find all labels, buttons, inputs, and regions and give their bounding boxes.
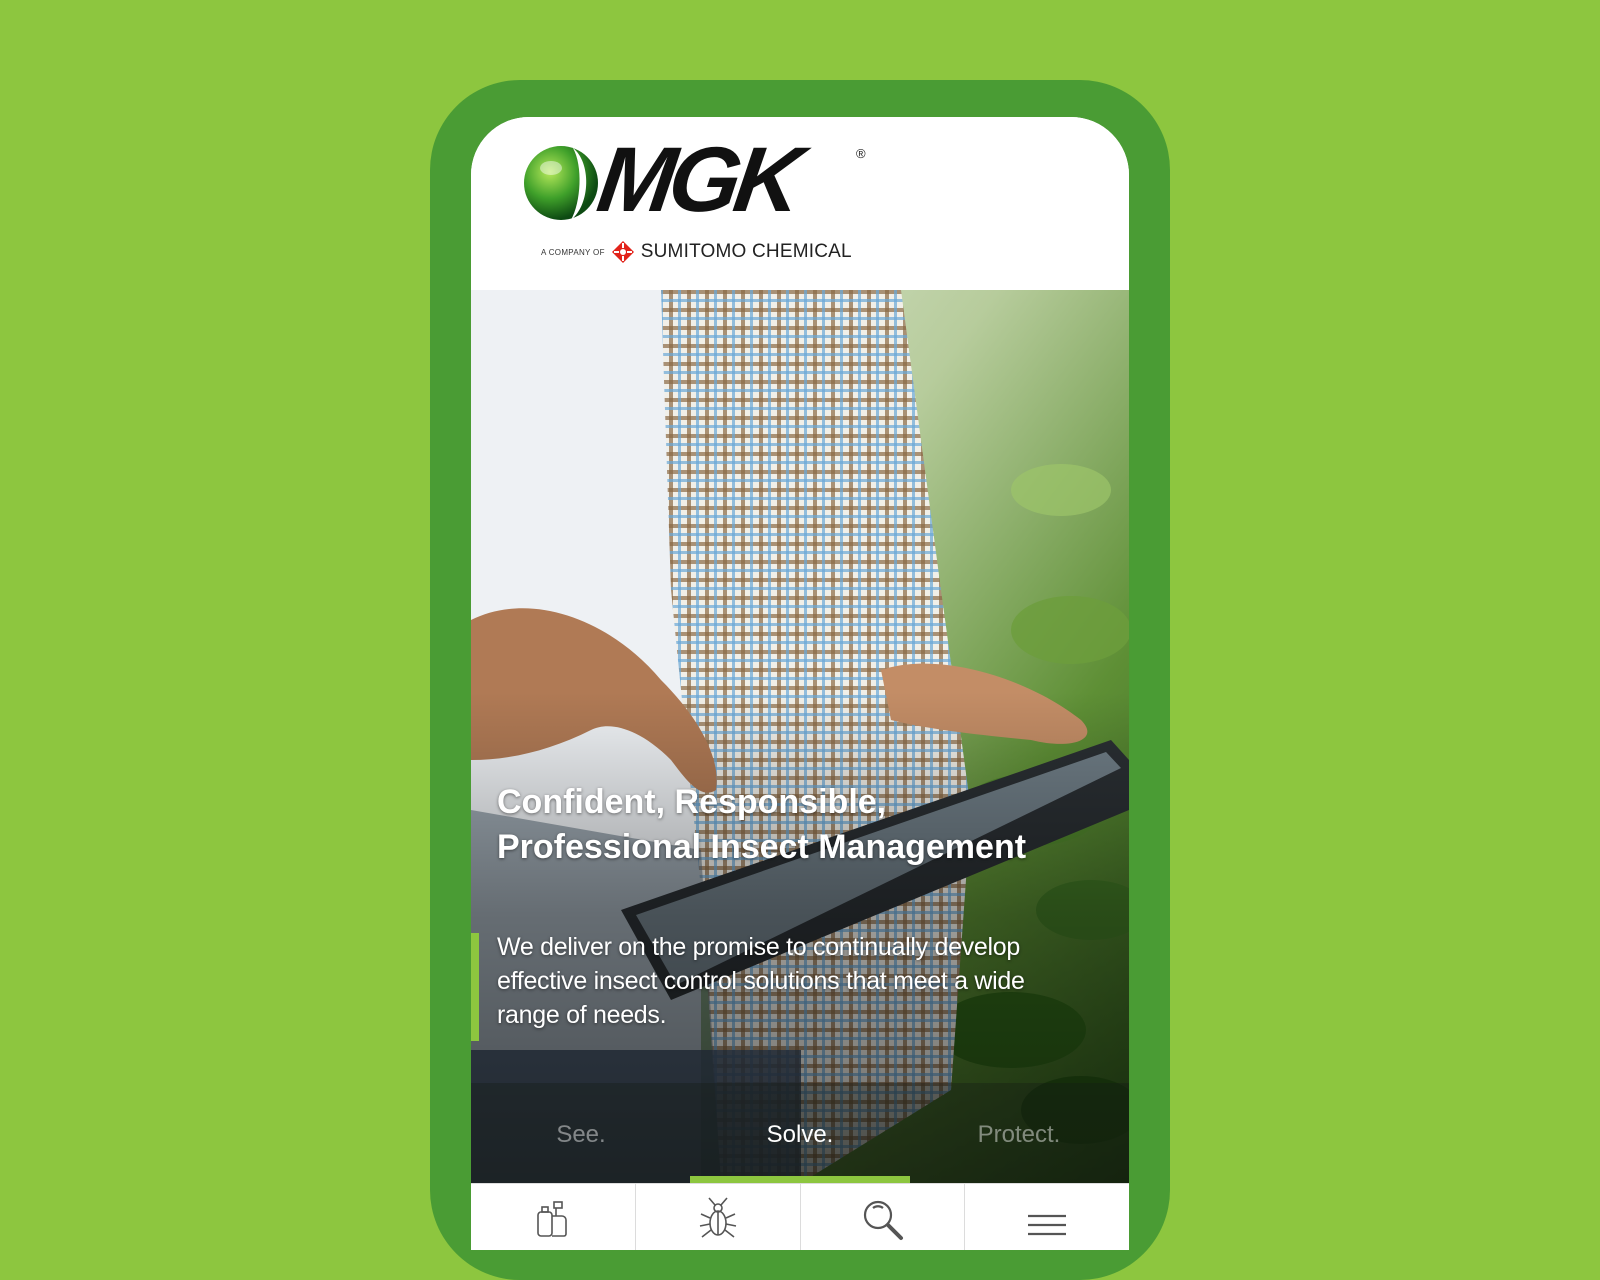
active-tab-indicator [690, 1176, 910, 1183]
bottom-navigation [471, 1183, 1129, 1250]
hero-section: Confident, Responsible, Professional Ins… [471, 290, 1129, 1183]
nav-search[interactable] [801, 1184, 966, 1250]
headline-line-1: Confident, Responsible, [497, 783, 887, 821]
tab-see[interactable]: See. [471, 1121, 691, 1149]
registered-mark: ® [856, 146, 866, 161]
headline-line-2: Professional Insect Management [497, 828, 1027, 866]
nav-pests[interactable] [636, 1184, 801, 1250]
parent-company-line: A COMPANY OF SUMITOMO CHEMICAL [541, 237, 852, 267]
nav-products[interactable] [471, 1184, 636, 1250]
hero-tabs: See. Solve. Protect. [471, 1083, 1129, 1183]
mgk-logo[interactable]: MGK ® [521, 129, 881, 232]
hero-subtext: We deliver on the promise to continually… [497, 933, 1025, 1029]
phone-screen: MGK ® A COMPANY OF SUMITOMO CHEMICAL Con… [471, 117, 1129, 1250]
search-icon [864, 1200, 904, 1240]
hero-gradient-overlay [471, 290, 1129, 1183]
sumitomo-diamond-icon [611, 241, 634, 263]
products-bottles-icon [537, 1201, 567, 1237]
mgk-globe-icon [524, 146, 598, 220]
tab-solve[interactable]: Solve. [690, 1121, 910, 1149]
company-prefix: A COMPANY OF [541, 247, 605, 257]
tab-protect[interactable]: Protect. [909, 1121, 1129, 1149]
nav-menu[interactable] [965, 1184, 1129, 1250]
insect-icon [699, 1197, 736, 1238]
subtext-accent-bar [471, 933, 479, 1041]
logo-wordmark: MGK [591, 129, 803, 231]
hero-headline: Confident, Responsible, Professional Ins… [497, 780, 1097, 870]
parent-company-name: SUMITOMO CHEMICAL [640, 241, 852, 262]
hamburger-menu-icon [1028, 1214, 1067, 1236]
site-header: MGK ® A COMPANY OF SUMITOMO CHEMICAL [471, 117, 1129, 290]
